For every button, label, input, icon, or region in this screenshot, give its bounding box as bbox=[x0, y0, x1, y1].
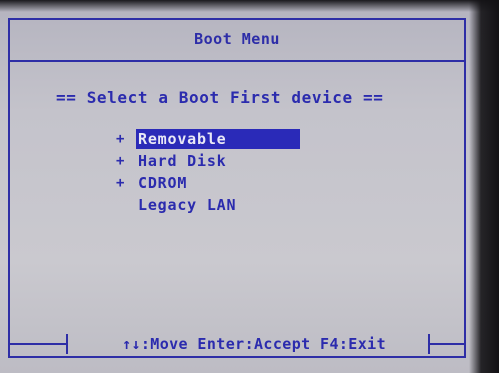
expand-plus-icon[interactable]: + bbox=[116, 153, 136, 169]
boot-item-label[interactable]: Removable bbox=[136, 129, 300, 149]
boot-device-list: + Removable + Hard Disk + CDROM Legacy L… bbox=[116, 128, 300, 216]
footer-bar: ↑↓:Move Enter:Accept F4:Exit bbox=[8, 332, 466, 356]
key-hint: ↑↓:Move Enter:Accept F4:Exit bbox=[121, 335, 387, 353]
footer-cap-left bbox=[66, 334, 68, 354]
boot-item-label[interactable]: Legacy LAN bbox=[136, 195, 238, 215]
monitor-bezel-right bbox=[469, 0, 499, 373]
footer-rule-left bbox=[8, 343, 68, 345]
title-bar: Boot Menu bbox=[8, 18, 466, 62]
boot-item-hard-disk[interactable]: + Hard Disk bbox=[116, 150, 300, 172]
monitor-bezel-top bbox=[0, 0, 499, 12]
menu-heading: == Select a Boot First device == bbox=[56, 88, 384, 107]
boot-item-cdrom[interactable]: + CDROM bbox=[116, 172, 300, 194]
boot-item-label[interactable]: CDROM bbox=[136, 173, 189, 193]
window-title: Boot Menu bbox=[194, 30, 280, 48]
footer-rule-right bbox=[428, 343, 466, 345]
expand-plus-icon[interactable]: + bbox=[116, 175, 136, 191]
expand-plus-icon[interactable]: + bbox=[116, 131, 136, 147]
boot-item-legacy-lan[interactable]: Legacy LAN bbox=[116, 194, 300, 216]
boot-item-removable[interactable]: + Removable bbox=[116, 128, 300, 150]
boot-item-label[interactable]: Hard Disk bbox=[136, 151, 228, 171]
